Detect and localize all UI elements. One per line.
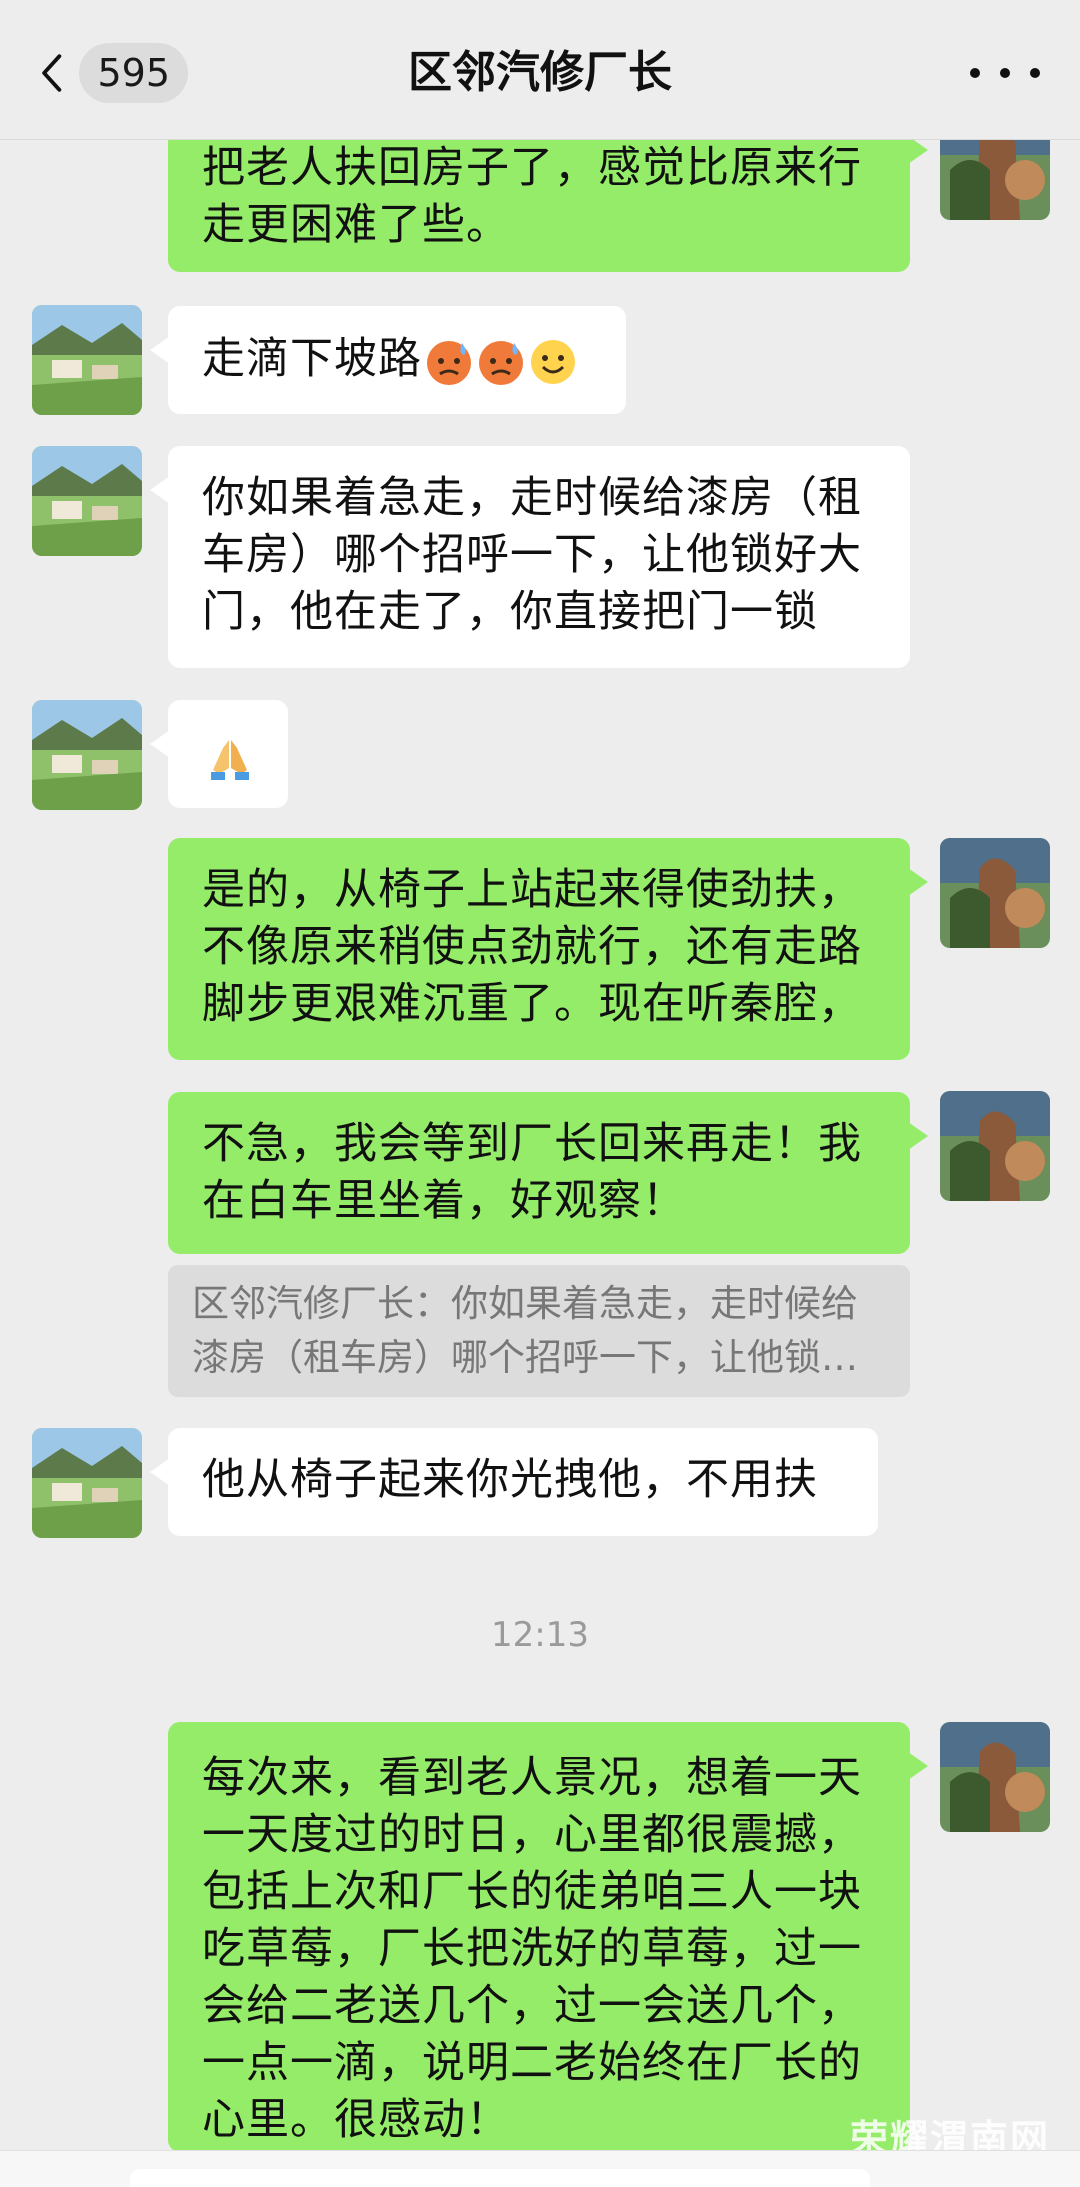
more-options-icon[interactable]: [970, 48, 1040, 98]
unread-count-badge: 595: [79, 43, 188, 103]
quoted-message-line: 漆房（租车房）哪个招呼一下，让他锁好…: [192, 1336, 886, 1379]
message-bubble-incoming[interactable]: 你如果着急走，走时候给漆房（租车房）哪个招呼一下，让他锁好大门，他在走了，你直接…: [150, 446, 910, 668]
folded-hands-icon: [211, 739, 249, 780]
back-button[interactable]: 595: [38, 40, 188, 106]
chat-header: 595 区邻汽修厂长: [0, 0, 1080, 140]
contact-avatar[interactable]: [32, 446, 142, 556]
message-input[interactable]: [130, 2169, 870, 2187]
contact-avatar[interactable]: [32, 700, 142, 810]
contact-avatar[interactable]: [32, 305, 142, 415]
message-text: 每次来，看到老人景况，想着一天一天度过的时日，心里都很震撼，包括上次和厂长的徒弟…: [202, 1753, 862, 2145]
message-bubble-outgoing[interactable]: 每次来，看到老人景况，想着一天一天度过的时日，心里都很震撼，包括上次和厂长的徒弟…: [168, 1722, 928, 2152]
chat-title: 区邻汽修厂长: [408, 47, 672, 98]
my-avatar[interactable]: [940, 1722, 1050, 1832]
message-bubble-outgoing[interactable]: 是的，从椅子上站起来得使劲扶，不像原来稍使点劲就行，还有走路脚步更艰难沉重了。现…: [168, 838, 928, 1060]
message-bubble-incoming[interactable]: 走滴下坡路: [150, 306, 626, 414]
quoted-message[interactable]: 区邻汽修厂长：你如果着急走，走时候给 漆房（租车房）哪个招呼一下，让他锁好…: [168, 1265, 910, 1397]
my-avatar[interactable]: [940, 838, 1050, 948]
message-bubble-incoming[interactable]: [150, 700, 288, 808]
message-text: 他从椅子起来你光拽他，不用扶: [202, 1455, 818, 1505]
input-bar: [0, 2150, 1080, 2187]
chat-screen: 595 区邻汽修厂长 把老人扶回房子了，感觉比原来行走更困难了些。 走滴下坡路 …: [0, 0, 1080, 2187]
message-text: 走滴下坡路: [202, 334, 422, 384]
cold-sweat-face-icon: [427, 340, 471, 385]
cold-sweat-face-icon: [479, 340, 523, 385]
contact-avatar[interactable]: [32, 1428, 142, 1538]
smile-face-icon: [531, 339, 575, 384]
chevron-left-icon: [42, 54, 62, 92]
quoted-message-line: 区邻汽修厂长：你如果着急走，走时候给: [192, 1282, 858, 1325]
message-text: 你如果着急走，走时候给漆房（租车房）哪个招呼一下，让他锁好大门，他在走了，你直接…: [202, 473, 862, 637]
message-bubble-outgoing[interactable]: 不急，我会等到厂长回来再走！我在白车里坐着，好观察！: [168, 1092, 928, 1254]
my-avatar[interactable]: [940, 1091, 1050, 1201]
message-text: 是的，从椅子上站起来得使劲扶，不像原来稍使点劲就行，还有走路脚步更艰难沉重了。现…: [202, 865, 862, 1029]
message-bubble-incoming[interactable]: 他从椅子起来你光拽他，不用扶: [150, 1428, 878, 1536]
message-text: 不急，我会等到厂长回来再走！我在白车里坐着，好观察！: [202, 1119, 862, 1226]
time-separator: 12:13: [491, 1615, 589, 1655]
message-text: 把老人扶回房子了，感觉比原来行走更困难了些。: [202, 143, 862, 250]
